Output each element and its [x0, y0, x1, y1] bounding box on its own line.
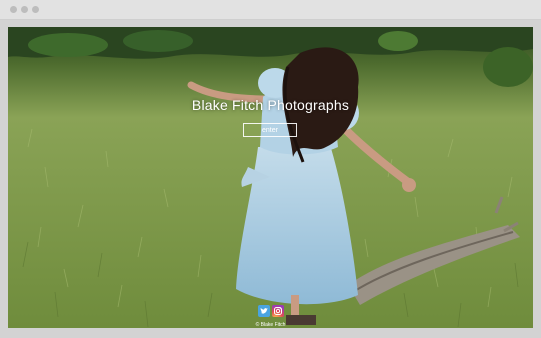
copyright-text: © Blake Fitch [255, 322, 286, 328]
hero-photograph [8, 27, 533, 328]
instagram-icon[interactable] [272, 305, 284, 317]
window-dot-minimize[interactable] [21, 6, 28, 13]
enter-button[interactable]: enter [243, 123, 297, 137]
hero-photo-frame: Blake Fitch Photographs enter © Blake Fi… [8, 27, 533, 328]
twitter-icon[interactable] [258, 305, 270, 317]
browser-chrome [0, 0, 541, 20]
site-title: Blake Fitch Photographs [191, 97, 350, 113]
window-dot-maximize[interactable] [32, 6, 39, 13]
window-dot-close[interactable] [10, 6, 17, 13]
